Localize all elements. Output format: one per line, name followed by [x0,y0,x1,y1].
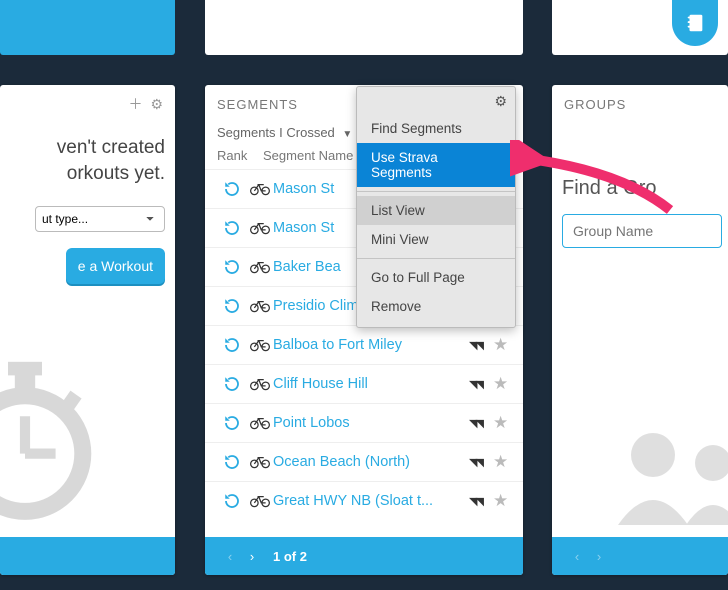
create-workout-button[interactable]: e a Workout [66,248,165,284]
empty-line1: ven't created [57,137,165,158]
star-icon[interactable]: ★ [493,491,511,511]
bike-icon [247,416,273,430]
steps-icon: ◥◥ [469,417,493,430]
segment-name-link[interactable]: Ocean Beach (North) [273,454,469,470]
popover-divider [357,258,515,259]
top-tab-mid [205,0,523,55]
segment-row[interactable]: Ocean Beach (North)◥◥★ [205,442,523,481]
gear-icon[interactable]: ⚙ [494,93,507,110]
bike-icon [247,338,273,352]
segment-name-link[interactable]: Point Lobos [273,415,469,431]
people-illustration [598,415,728,525]
gear-icon[interactable]: ⚙ [150,96,163,113]
bike-icon [247,260,273,274]
segment-row[interactable]: Cliff House Hill◥◥★ [205,364,523,403]
segment-name-link[interactable]: Balboa to Fort Miley [273,337,469,353]
segment-row[interactable]: Great HWY NB (Sloat t...◥◥★ [205,481,523,520]
popover-item[interactable]: Mini View [357,225,515,254]
workout-type-select[interactable]: ut type... [35,206,165,232]
refresh-icon[interactable] [217,180,247,198]
col-name: Segment Name [263,148,353,163]
col-rank: Rank [217,148,263,163]
steps-icon: ◥◥ [469,378,493,391]
star-icon[interactable]: ★ [493,413,511,433]
pager-next[interactable]: › [241,549,263,564]
popover-item[interactable]: Remove [357,292,515,321]
segment-name-link[interactable]: Great HWY NB (Sloat t... [273,493,469,509]
segments-pager: ‹ › 1 of 2 [205,537,523,575]
pager-next[interactable]: › [588,549,610,564]
left-pager [0,537,175,575]
star-icon[interactable]: ★ [493,374,511,394]
steps-icon: ◥◥ [469,495,493,508]
refresh-icon[interactable] [217,336,247,354]
pager-prev[interactable]: ‹ [566,549,588,564]
popover-divider [357,191,515,192]
plus-icon[interactable]: ＋ [128,94,142,114]
bike-icon [247,377,273,391]
pager-label: 1 of 2 [273,549,307,564]
refresh-icon[interactable] [217,414,247,432]
groups-pager: ‹ › [552,537,728,575]
filter-label: Segments I Crossed [217,125,335,140]
stopwatch-illustration [0,355,110,525]
refresh-icon[interactable] [217,219,247,237]
segment-row[interactable]: Balboa to Fort Miley◥◥★ [205,325,523,364]
bike-icon [247,455,273,469]
popover-item[interactable]: Use Strava Segments [357,143,515,187]
refresh-icon[interactable] [217,492,247,510]
notebook-button[interactable] [672,0,718,46]
refresh-icon[interactable] [217,258,247,276]
steps-icon: ◥◥ [469,339,493,352]
bike-icon [247,182,273,196]
empty-state-text: ven't created orkouts yet. [0,135,165,186]
popover-item[interactable]: Go to Full Page [357,263,515,292]
refresh-icon[interactable] [217,453,247,471]
bike-icon [247,221,273,235]
top-tab-left [0,0,175,55]
pager-prev[interactable]: ‹ [219,549,241,564]
empty-line2: orkouts yet. [67,163,165,184]
popover-item[interactable]: List View [357,196,515,225]
notebook-icon [684,12,706,34]
segment-row[interactable]: Point Lobos◥◥★ [205,403,523,442]
refresh-icon[interactable] [217,375,247,393]
groups-title: GROUPS [564,97,716,112]
star-icon[interactable]: ★ [493,452,511,472]
star-icon[interactable]: ★ [493,335,511,355]
workouts-panel: ＋ ⚙ ven't created orkouts yet. ut type..… [0,85,175,575]
find-group-title: Find a Gro [562,177,728,200]
bike-icon [247,494,273,508]
segments-settings-popover: ⚙ Find SegmentsUse Strava Segments List V… [356,86,516,328]
group-name-input[interactable] [562,214,722,248]
bike-icon [247,299,273,313]
refresh-icon[interactable] [217,297,247,315]
popover-item[interactable]: Find Segments [357,114,515,143]
steps-icon: ◥◥ [469,456,493,469]
caret-down-icon: ▼ [342,129,352,140]
segment-name-link[interactable]: Cliff House Hill [273,376,469,392]
groups-panel: GROUPS Find a Gro ‹ › [552,85,728,575]
